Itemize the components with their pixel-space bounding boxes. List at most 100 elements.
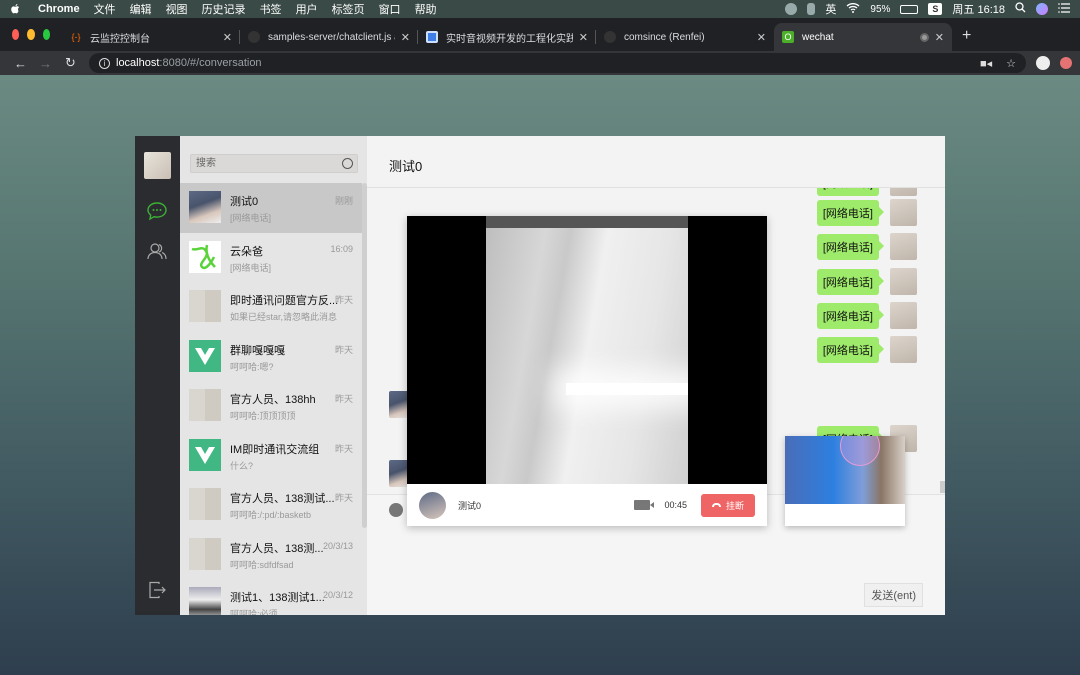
conversation-item[interactable]: 测试0 刚刚 [网络电话]	[180, 183, 362, 233]
conversation-item[interactable]: IM即时通讯交流组 昨天 什么?	[180, 431, 362, 481]
bookmark-star-icon[interactable]: ☆	[1006, 57, 1016, 70]
url-path: :8080/#/conversation	[159, 57, 262, 69]
browser-tab[interactable]: comsince (Renfei) ✕	[596, 23, 774, 51]
conversation-item[interactable]: 测试1、138测试1... 20/3/12 呵呵哈:必须	[180, 579, 362, 615]
minimize-window-button[interactable]	[27, 29, 35, 40]
conversation-item[interactable]: 官方人员、138hh 昨天 呵呵哈:顶顶顶顶	[180, 381, 362, 431]
browser-tab[interactable]: 实时音视频开发的工程化实践[工 ✕	[418, 23, 596, 51]
logout-icon[interactable]	[148, 581, 166, 599]
conversation-preview: [网络电话]	[230, 262, 272, 273]
camera-in-use-icon[interactable]: ■◂	[980, 57, 992, 70]
new-tab-button[interactable]: +	[952, 23, 981, 51]
close-window-button[interactable]	[12, 29, 20, 40]
local-video-window[interactable]	[785, 436, 905, 526]
conversation-item[interactable]: 即时通讯问题官方反... 昨天 如果已经star,请忽略此消息	[180, 282, 362, 332]
chat-icon[interactable]	[146, 201, 168, 221]
sender-avatar[interactable]	[890, 199, 917, 226]
microphone-status-icon[interactable]	[807, 3, 816, 15]
conversation-name: 群聊嘎嘎嘎	[230, 344, 285, 357]
message-bubble[interactable]: [网络电话]	[816, 302, 885, 329]
toolbar-right	[1026, 56, 1072, 70]
browser-tab[interactable]: samples-server/chatclient.js at ✕	[240, 23, 418, 51]
smiley-status-icon[interactable]	[785, 3, 798, 15]
siri-icon[interactable]	[1036, 3, 1048, 15]
conversation-item[interactable]: 群聊嘎嘎嘎 昨天 呵呵哈:嗯?	[180, 332, 362, 382]
message-item: [网络电话]	[816, 268, 917, 295]
conversation-preview: 呵呵哈:/:pd/:basketb	[230, 510, 312, 520]
tab-close-icon[interactable]: ✕	[223, 31, 232, 44]
menu-history[interactable]: 历史记录	[202, 1, 246, 17]
app-menu[interactable]: Chrome	[38, 3, 80, 15]
left-nav	[135, 136, 180, 615]
menu-help[interactable]: 帮助	[415, 1, 437, 17]
conversation-name: 云朵爸	[230, 245, 263, 258]
conversation-item[interactable]: 云朵爸 16:09 [网络电话]	[180, 233, 362, 283]
tab-close-icon[interactable]: ✕	[935, 31, 944, 44]
conversation-time: 昨天	[334, 344, 353, 355]
menu-edit[interactable]: 编辑	[130, 1, 152, 17]
wifi-icon[interactable]	[846, 2, 860, 16]
omnibox-actions: ■◂ ☆	[980, 57, 1016, 70]
contacts-icon[interactable]	[147, 241, 167, 261]
menu-window[interactable]: 窗口	[379, 1, 401, 17]
menu-people[interactable]: 用户	[296, 1, 318, 17]
search-icon[interactable]	[342, 158, 353, 169]
search-input[interactable]: 搜索	[190, 154, 358, 173]
conversation-preview: 呵呵哈:嗯?	[230, 361, 274, 372]
message-bubble[interactable]: [网络电话]	[816, 268, 885, 295]
video-frame-detail	[840, 436, 880, 466]
input-method-indicator[interactable]: 英	[825, 1, 836, 17]
video-camera-icon[interactable]	[634, 500, 655, 510]
browser-tab[interactable]: {-} 云监控控制台 ✕	[62, 23, 240, 51]
conversation-item[interactable]: 官方人员、138测试... 昨天 呵呵哈:/:pd/:basketb	[180, 480, 362, 530]
aliyun-icon: {-}	[71, 32, 81, 42]
chat-scrollbar[interactable]	[940, 481, 945, 493]
window-controls	[0, 18, 62, 51]
profile-avatar-icon[interactable]	[1036, 56, 1050, 70]
menu-file[interactable]: 文件	[94, 1, 116, 17]
back-button[interactable]: ←	[8, 56, 33, 71]
emoji-icon[interactable]	[389, 503, 403, 517]
sogou-icon[interactable]: S	[928, 3, 943, 15]
address-bar[interactable]: i localhost :8080/#/conversation ■◂ ☆	[89, 53, 1026, 73]
recording-indicator-icon	[919, 32, 929, 42]
send-button[interactable]: 发送(ent)	[864, 583, 923, 607]
avatar	[189, 240, 221, 273]
conversation-name: 即时通讯问题官方反...	[230, 295, 339, 307]
conversation-name: IM即时通讯交流组	[230, 443, 320, 456]
sender-avatar[interactable]	[890, 336, 917, 363]
reload-button[interactable]: ↻	[58, 55, 83, 71]
tab-close-icon[interactable]: ✕	[579, 31, 588, 44]
site-info-icon[interactable]: i	[99, 57, 110, 69]
menu-bookmarks[interactable]: 书签	[260, 1, 282, 17]
message-bubble[interactable]: [网络电话]	[816, 199, 885, 226]
my-avatar[interactable]	[144, 152, 171, 179]
apple-icon[interactable]	[10, 3, 22, 15]
menu-view[interactable]: 视图	[166, 1, 188, 17]
zoom-window-button[interactable]	[42, 29, 50, 40]
spotlight-search-icon[interactable]	[1015, 2, 1026, 16]
tab-close-icon[interactable]: ✕	[757, 31, 766, 44]
sender-avatar[interactable]	[890, 268, 917, 295]
message-bubble[interactable]: [网络电话]	[816, 233, 885, 260]
sender-avatar[interactable]	[890, 302, 917, 329]
browser-tab-active[interactable]: O wechat ✕	[774, 23, 952, 51]
conversation-item[interactable]: 官方人员、138测... 20/3/13 呵呵哈:sdfdfsad	[180, 530, 362, 580]
extension-icon[interactable]	[1060, 57, 1072, 69]
forward-button[interactable]: →	[33, 56, 58, 71]
notification-center-icon[interactable]	[1058, 2, 1070, 16]
clock[interactable]: 周五 16:18	[952, 1, 1005, 17]
tab-close-icon[interactable]: ✕	[401, 31, 410, 44]
battery-icon[interactable]	[900, 4, 919, 14]
message-item: [网络电话]	[816, 302, 917, 329]
doc-icon	[426, 31, 438, 43]
message-bubble[interactable]: [网络电话]	[816, 336, 885, 363]
hangup-button[interactable]: 挂断	[701, 493, 755, 517]
conversation-preview: 呵呵哈:必须	[230, 609, 278, 615]
sender-avatar[interactable]	[890, 233, 917, 260]
menu-tabs[interactable]: 标签页	[332, 1, 365, 17]
avatar	[189, 389, 221, 421]
peer-name: 测试0	[458, 500, 482, 511]
conversation-time: 刚刚	[334, 196, 353, 206]
message-item: [网络电话]	[816, 336, 917, 363]
